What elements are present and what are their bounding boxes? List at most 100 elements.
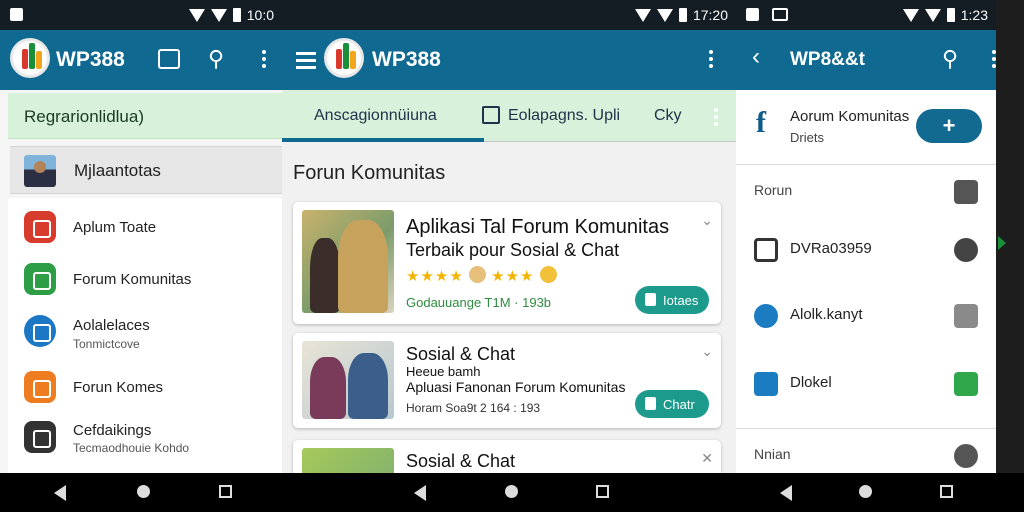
nav-back-icon[interactable] — [54, 485, 66, 501]
nav-back-icon[interactable] — [414, 485, 426, 501]
scroll-indicator — [998, 236, 1006, 250]
edit-icon[interactable] — [158, 49, 180, 69]
app-icon — [24, 211, 56, 243]
app-logo — [10, 38, 50, 78]
nav-recents-icon[interactable] — [219, 485, 232, 498]
nav-back-icon[interactable] — [780, 485, 792, 501]
currency-icon[interactable] — [954, 444, 978, 468]
info-icon[interactable] — [954, 238, 978, 262]
app-logo — [324, 38, 364, 78]
status-time: 17:20 — [692, 7, 728, 23]
list-item[interactable]: Dlokel — [736, 362, 996, 406]
list-item[interactable]: DVRa03959 — [736, 228, 996, 272]
user-name: Mjlaantotas — [74, 161, 161, 180]
forum-title: Aorum Komunitas — [790, 108, 910, 125]
chat-button[interactable]: Chatr — [635, 390, 709, 418]
list-item[interactable]: Rorun — [736, 170, 996, 214]
status-bar: 1:23 — [736, 0, 996, 30]
list-item[interactable]: Alolk.kanyt — [736, 294, 996, 338]
menu-item-aolalelaces[interactable]: Aolalelaces Tonmictcove — [8, 302, 282, 362]
section-title: Forun Komunitas — [293, 162, 446, 184]
card-meta: Horam Soa9t 2 164 : 193 — [406, 401, 541, 415]
card-title: Aplikasi Tal Forum Komunitas — [406, 216, 670, 238]
facebook-icon: f — [756, 106, 766, 139]
refresh-icon[interactable] — [954, 372, 978, 396]
chevron-down-icon[interactable]: ⌄ — [701, 212, 713, 229]
status-time: 1:23 — [960, 7, 988, 23]
menu-item-forum-komunitas[interactable]: Forum Komunitas — [8, 250, 282, 308]
notification-icon — [10, 8, 23, 21]
list-item-label: DVRa03959 — [790, 240, 872, 257]
message-icon — [24, 371, 56, 403]
signal-icon — [924, 8, 941, 22]
system-nav-bar — [0, 473, 1024, 512]
more-vert-icon[interactable] — [709, 50, 713, 68]
forum-card[interactable]: Sosial & Chat ✕ — [293, 440, 721, 473]
add-button[interactable]: + — [916, 109, 982, 143]
divider — [736, 164, 996, 165]
card-line: Heeue bamh — [406, 364, 481, 379]
signal-icon — [210, 8, 227, 22]
card-title: Sosial & Chat — [406, 451, 516, 471]
screen-middle: 17:20 WP388 Anscagionnüiuna Eolapagns. U… — [282, 0, 736, 473]
app-title: WP388 — [56, 48, 125, 71]
list-item-label: Nnian — [754, 446, 791, 462]
close-icon[interactable]: ✕ — [701, 450, 713, 467]
forum-list-icon[interactable] — [954, 180, 978, 204]
screen-right: 1:23 ‹ WP8&&t ⚲ f Aorum Komunitas Driets… — [736, 0, 996, 473]
registration-banner[interactable]: Regrarionlidlua) — [8, 93, 282, 139]
nav-recents-icon[interactable] — [596, 485, 609, 498]
forum-subtitle: Driets — [790, 130, 824, 145]
app-title: WP388 — [372, 48, 441, 71]
list-item-label: Dlokel — [790, 374, 832, 391]
header-title: WP8&&t — [790, 49, 865, 70]
avatar — [24, 155, 56, 187]
tab-third[interactable]: Cky — [654, 107, 682, 125]
list-item-label: Rorun — [754, 182, 793, 198]
status-time: 10:0 — [246, 7, 274, 23]
card-thumbnail — [302, 210, 394, 313]
nav-home-icon[interactable] — [137, 485, 150, 498]
forum-card[interactable]: Sosial & Chat Heeue bamh Apluasi Fanonan… — [293, 333, 721, 428]
list-item-label: Alolk.kanyt — [790, 306, 863, 323]
card-thumbnail — [302, 341, 394, 419]
list-item[interactable]: Nnian — [736, 434, 996, 473]
mute-icon — [634, 8, 651, 22]
nav-home-icon[interactable] — [859, 485, 872, 498]
chart-icon — [24, 263, 56, 295]
side-menu: Aplum Toate Forum Komunitas Aolalelaces … — [8, 198, 282, 473]
back-arrow-icon[interactable]: ‹ — [752, 45, 760, 69]
menu-item-label: Aolalelaces — [73, 317, 150, 334]
card-line: Apluasi Fanonan Forum Komunitas — [406, 379, 626, 395]
user-profile-row[interactable]: Mjlaantotas — [10, 146, 282, 194]
thumb-icon — [645, 397, 656, 410]
menu-item-cefdaikings[interactable]: Cefdaikings Tecmaodhouie Kohdo — [8, 408, 282, 468]
menu-item-aplum[interactable]: Aplum Toate — [8, 198, 282, 256]
battery-icon — [946, 8, 955, 22]
wifi-icon — [902, 8, 919, 22]
chevron-down-icon[interactable]: ⌄ — [701, 343, 713, 360]
forum-card[interactable]: Aplikasi Tal Forum Komunitas Terbaik pou… — [293, 202, 721, 324]
notification-icon — [746, 8, 759, 21]
card-thumbnail — [302, 448, 394, 473]
more-tabs-icon[interactable] — [714, 108, 718, 126]
install-button[interactable]: Iotaes — [635, 286, 709, 314]
emoji-icon — [468, 266, 486, 283]
nav-home-icon[interactable] — [505, 485, 518, 498]
nav-recents-icon[interactable] — [940, 485, 953, 498]
more-vert-icon[interactable] — [262, 50, 266, 68]
edit-icon[interactable] — [954, 304, 978, 328]
tab-second[interactable]: Eolapagns. Upli — [508, 107, 620, 125]
search-icon[interactable]: ⚲ — [942, 48, 958, 70]
card-subtitle: Terbaik pour Sosial & Chat — [406, 240, 620, 260]
hamburger-menu-icon[interactable] — [296, 52, 316, 69]
wifi-icon — [188, 8, 205, 22]
app-bar: WP388 ⚲ — [0, 30, 282, 90]
tab-icon — [482, 106, 500, 124]
menu-item-label: Aplum Toate — [73, 219, 157, 236]
tab-first[interactable]: Anscagionnüiuna — [314, 107, 437, 125]
stars-right: ★★★ — [491, 268, 535, 285]
search-icon[interactable]: ⚲ — [208, 48, 224, 70]
card-title: Sosial & Chat — [406, 344, 516, 364]
list-icon — [754, 372, 778, 396]
